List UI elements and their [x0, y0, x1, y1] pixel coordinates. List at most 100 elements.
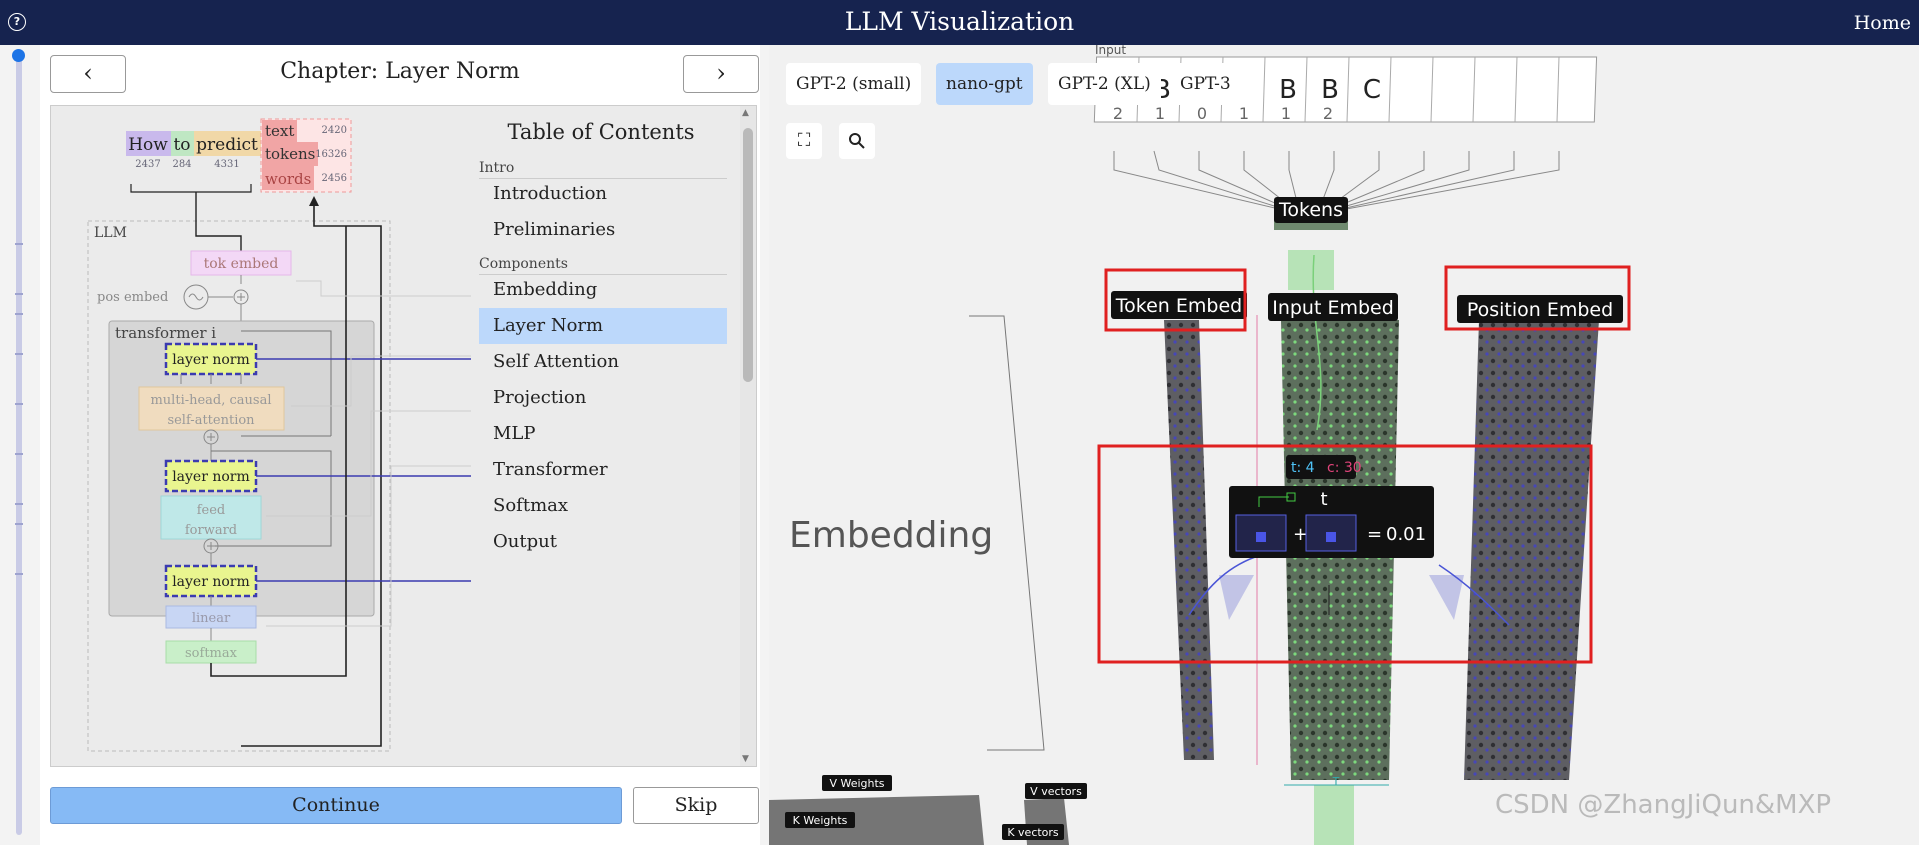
count-label: text — [265, 122, 294, 140]
tooltip-c: c: 30 — [1327, 460, 1362, 476]
input-token-num: 2 — [1113, 104, 1123, 123]
next-chapter-button[interactable]: › — [683, 55, 759, 93]
progress-tick — [15, 523, 23, 525]
layer-norm-label: layer norm — [172, 574, 250, 590]
progress-timeline[interactable] — [12, 49, 25, 835]
pos-embed-label: pos embed — [97, 290, 168, 305]
tok-embed-label: tok embed — [204, 256, 279, 272]
tooltip-equals: = — [1367, 524, 1382, 545]
search-icon[interactable] — [839, 123, 875, 159]
linear-label: linear — [192, 611, 231, 626]
chapter-content[interactable]: How to predict 2437 284 4331 text tokens… — [50, 105, 757, 767]
input-token-char: C — [1363, 75, 1381, 105]
token-text: predict — [196, 135, 258, 155]
progress-tick — [15, 403, 23, 405]
v-weights-label: V Weights — [829, 777, 884, 790]
layer-norm-label: layer norm — [172, 352, 250, 368]
input-embed-label: Input Embed — [1272, 297, 1394, 319]
token-embed-column — [1164, 320, 1214, 760]
progress-tick — [15, 573, 23, 575]
model-gpt3-button[interactable]: GPT-3 — [1174, 63, 1237, 105]
token-bracket — [130, 184, 252, 193]
model-gpt2-small-button[interactable]: GPT-2 (small) — [786, 63, 922, 105]
progress-tick — [15, 313, 23, 315]
toc-item-preliminaries[interactable]: Preliminaries — [479, 212, 727, 248]
section-title-embedding: Embedding — [789, 515, 993, 556]
toc-item-transformer[interactable]: Transformer — [479, 452, 727, 488]
scroll-up-icon[interactable]: ▲ — [742, 108, 749, 118]
tooltip-symbol: t — [1320, 489, 1327, 510]
input-token-num: 1 — [1239, 104, 1249, 123]
blend-arrow — [1429, 575, 1464, 620]
ffn-label: feed — [197, 503, 226, 518]
skip-button[interactable]: Skip — [633, 787, 759, 824]
arrow-head — [309, 196, 319, 206]
model-gpt2-xl-button[interactable]: GPT-2 (XL) — [1048, 63, 1161, 105]
v-vectors-label: V vectors — [1030, 785, 1082, 798]
flow-arrow — [1314, 785, 1354, 845]
layer-norm-label: layer norm — [172, 469, 250, 485]
input-token-num: 1 — [1155, 104, 1165, 123]
position-embed-column — [1464, 320, 1599, 780]
token-embed-label: Token Embed — [1115, 295, 1242, 317]
continue-button[interactable]: Continue — [50, 787, 622, 824]
token-text: How — [128, 135, 168, 155]
scrollbar-thumb[interactable] — [743, 128, 753, 382]
flow-arrow — [1288, 250, 1334, 290]
visualization-canvas[interactable]: Input B B B B C 2 1 0 1 1 2 — [769, 45, 1919, 845]
toc-item-projection[interactable]: Projection — [479, 380, 727, 416]
plus-glyph — [237, 293, 245, 301]
count-value: 2456 — [322, 173, 347, 184]
ffn-label: forward — [185, 523, 237, 538]
tooltip-t: t: 4 — [1291, 460, 1315, 476]
token-id: 4331 — [214, 159, 239, 170]
count-value: 16326 — [315, 149, 347, 160]
toc-connector — [296, 280, 471, 297]
tooltip-cell-dot — [1256, 532, 1266, 542]
token-id: 284 — [172, 159, 191, 170]
prev-chapter-button[interactable]: ‹ — [50, 55, 126, 93]
toc-item-mlp[interactable]: MLP — [479, 416, 727, 452]
input-token-num: 2 — [1323, 104, 1333, 123]
model-nano-gpt-button[interactable]: nano-gpt — [936, 63, 1033, 105]
toc-item-introduction[interactable]: Introduction — [479, 176, 727, 212]
progress-tick — [15, 243, 23, 245]
toc-item-output[interactable]: Output — [479, 524, 727, 560]
k-vectors-label: K vectors — [1007, 826, 1059, 839]
progress-tick — [15, 293, 23, 295]
t-axis-label: T — [1332, 775, 1340, 788]
attention-label: multi-head, causal — [150, 393, 271, 408]
count-value: 2420 — [322, 125, 347, 136]
progress-marker[interactable] — [12, 49, 25, 62]
tooltip-result: 0.01 — [1386, 524, 1426, 545]
scroll-down-icon[interactable]: ▼ — [742, 754, 749, 764]
scene-svg: Input B B B B C 2 1 0 1 1 2 — [769, 45, 1631, 845]
toc-item-layer-norm[interactable]: Layer Norm — [479, 308, 727, 344]
walkthrough-panel: ‹ Chapter: Layer Norm › How to predict 2… — [40, 45, 760, 845]
home-link[interactable]: Home — [1854, 12, 1911, 34]
count-label: tokens — [265, 145, 315, 163]
toc-item-softmax[interactable]: Softmax — [479, 488, 727, 524]
toc-item-embedding[interactable]: Embedding — [479, 272, 727, 308]
input-token-char: B — [1321, 75, 1339, 105]
token-id: 2437 — [135, 159, 160, 170]
input-token-num: 0 — [1197, 104, 1207, 123]
token-text: to — [173, 135, 190, 155]
toc-title: Table of Contents — [507, 120, 695, 144]
tooltip-cell-dot — [1326, 532, 1336, 542]
input-label: Input — [1095, 45, 1126, 57]
tokens-label: Tokens — [1278, 199, 1343, 221]
content-scrollbar[interactable]: ▲ ▼ — [740, 106, 756, 766]
sine-wave — [188, 293, 204, 301]
k-weights-label: K Weights — [793, 814, 848, 827]
softmax-label: softmax — [185, 646, 238, 661]
input-token-num: 1 — [1281, 104, 1291, 123]
fullscreen-icon[interactable]: ⛶ — [786, 123, 822, 159]
transformer-label: transformer i — [115, 324, 216, 342]
chapter-title: Chapter: Layer Norm — [280, 59, 520, 84]
attention-label: self-attention — [167, 413, 255, 428]
llm-label: LLM — [94, 225, 127, 241]
blend-arrow — [1219, 575, 1254, 620]
position-embed-label: Position Embed — [1467, 299, 1613, 321]
toc-item-self-attention[interactable]: Self Attention — [479, 344, 727, 380]
